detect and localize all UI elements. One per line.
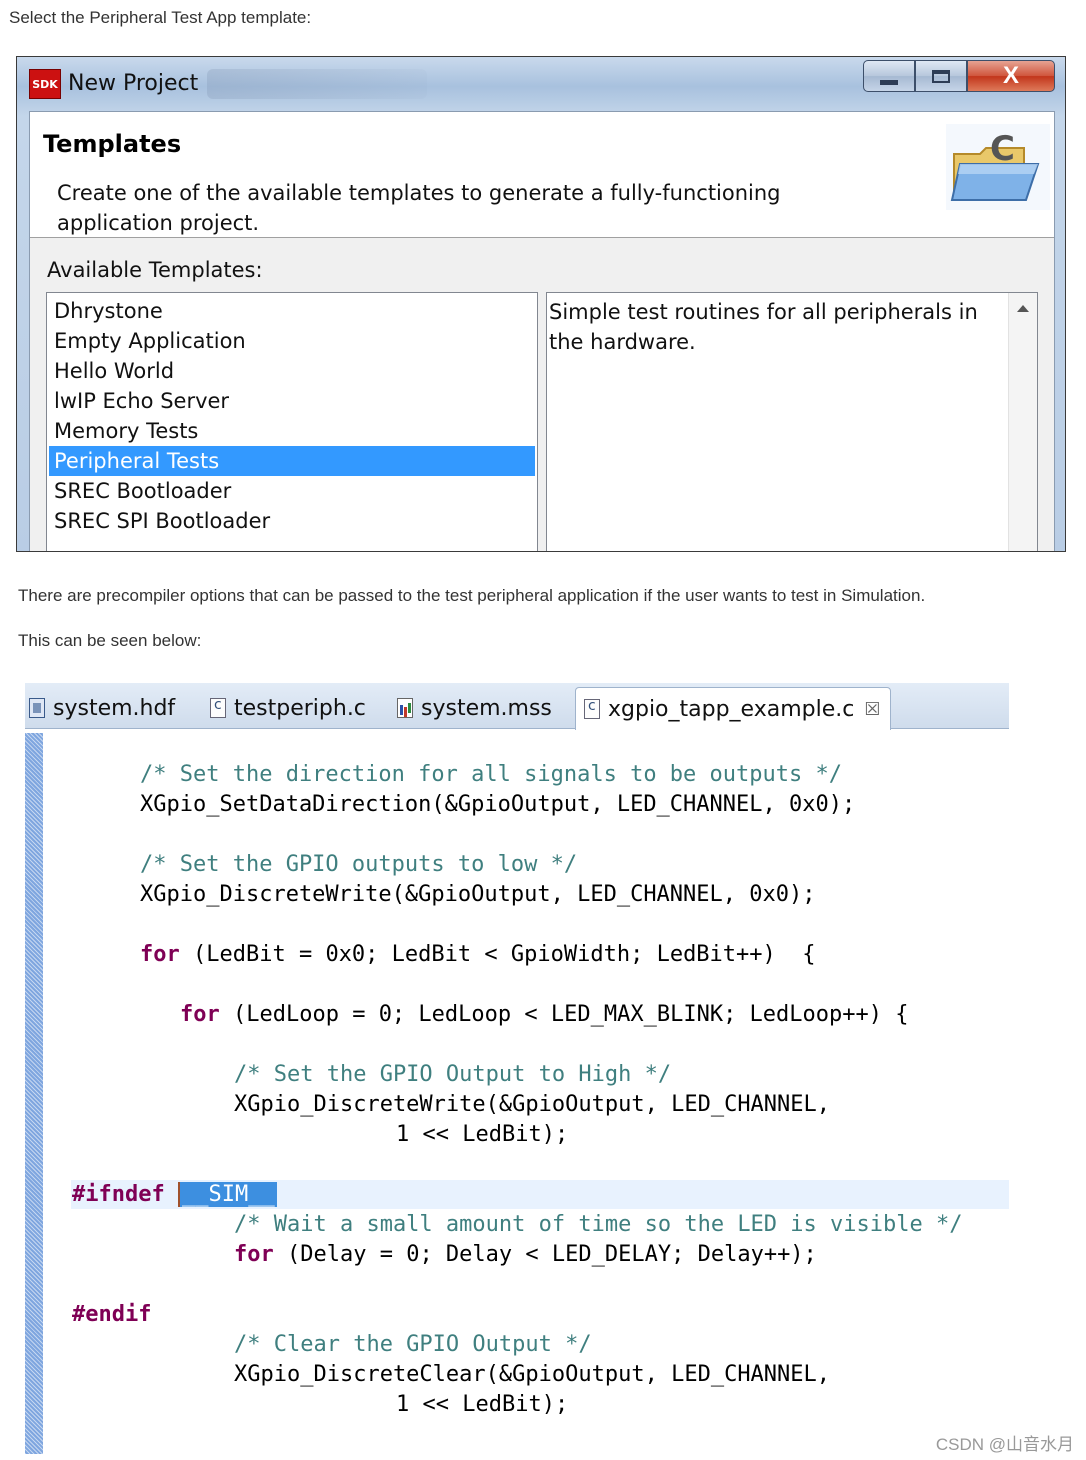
editor-gutter [25,733,43,1454]
c-file-icon [210,697,226,718]
minimize-icon [880,79,898,85]
tab-testperiph-c[interactable]: testperiph.c [210,687,366,729]
template-item-memory-tests[interactable]: Memory Tests [49,416,535,446]
code-line: 1 << LedBit); [396,1122,569,1147]
tab-system-mss[interactable]: system.mss [397,687,552,729]
keyword-for: for [140,942,180,967]
code-comment: /* Wait a small amount of time so the LE… [234,1212,963,1237]
template-item-srec-bootloader[interactable]: SREC Bootloader [49,476,535,506]
directive-endif: #endif [72,1302,152,1327]
code-line: for (LedLoop = 0; LedLoop < LED_MAX_BLIN… [180,1000,909,1030]
template-description-box: Simple test routines for all peripherals… [546,292,1038,551]
c-file-icon [584,698,600,719]
template-item-empty-application[interactable]: Empty Application [49,326,535,356]
template-item-peripheral-tests[interactable]: Peripheral Tests [49,446,535,476]
templates-banner: Templates Create one of the available te… [30,112,1054,238]
code-comment: /* Set the GPIO outputs to low */ [140,852,578,877]
tab-label: system.mss [421,695,552,721]
selected-sim-token[interactable]: __SIM__ [177,1182,277,1207]
precompiler-text: There are precompiler options that can b… [18,586,926,605]
hdf-file-icon [29,698,45,718]
tab-xgpio-tapp-example-c[interactable]: xgpio_tapp_example.c ☒ [575,687,892,730]
code-line: XGpio_DiscreteWrite(&GpioOutput, LED_CHA… [140,882,816,907]
mss-file-icon [397,698,413,718]
close-tab-icon[interactable]: ☒ [864,699,880,720]
code-comment: /* Set the direction for all signals to … [140,762,842,787]
banner-title: Templates [43,130,182,158]
scroll-up-arrow-icon[interactable] [1017,305,1029,312]
available-templates-label: Available Templates: [47,258,263,282]
keyword-for: for [180,1002,220,1027]
minimize-button[interactable] [863,60,915,92]
tab-label: testperiph.c [234,695,366,721]
code-line: XGpio_DiscreteClear(&GpioOutput, LED_CHA… [234,1362,831,1387]
sdk-logo-icon: SDK [29,69,61,99]
code-line: XGpio_DiscreteWrite(&GpioOutput, LED_CHA… [234,1092,831,1117]
window-buttons: X [863,60,1055,94]
maximize-button[interactable] [915,60,967,92]
directive-ifndef: #ifndef [72,1182,165,1207]
description-scrollbar[interactable] [1008,293,1037,551]
code-comment: /* Clear the GPIO Output */ [234,1332,592,1357]
code-fragment: (LedBit = 0x0; LedBit < GpioWidth; LedBi… [179,942,816,967]
template-item-srec-spi-bootloader[interactable]: SREC SPI Bootloader [49,506,535,536]
dialog-titlebar[interactable]: SDK New Project X [17,57,1065,111]
svg-text:C: C [990,129,1015,169]
template-item-lwip-echo-server[interactable]: lwIP Echo Server [49,386,535,416]
templates-list[interactable]: Dhrystone Empty Application Hello World … [46,292,538,551]
tab-system-hdf[interactable]: system.hdf [29,687,175,729]
new-project-dialog: SDK New Project X Templates Create one o… [16,56,1066,552]
seen-below-text: This can be seen below: [18,631,202,650]
banner-description: Create one of the available templates to… [57,181,781,235]
maximize-icon [932,69,950,83]
code-line: for (Delay = 0; Delay < LED_DELAY; Delay… [234,1240,817,1270]
code-fragment: (LedLoop = 0; LedLoop < LED_MAX_BLINK; L… [219,1002,909,1027]
keyword-for: for [234,1242,274,1267]
code-line: for (LedBit = 0x0; LedBit < GpioWidth; L… [140,940,816,970]
intro-text: Select the Peripheral Test App template: [9,8,312,27]
code-comment: /* Set the GPIO Output to High */ [234,1062,672,1087]
template-item-hello-world[interactable]: Hello World [49,356,535,386]
template-item-dhrystone[interactable]: Dhrystone [49,296,535,326]
tab-label: xgpio_tapp_example.c [608,696,855,722]
editor-tabbar: system.hdf testperiph.c system.mss xgpio… [25,683,1009,730]
code-editor: system.hdf testperiph.c system.mss xgpio… [25,683,1009,1454]
template-description-text: Simple test routines for all peripherals… [549,300,978,354]
close-button[interactable]: X [967,60,1055,92]
dialog-client-area: Templates Create one of the available te… [29,111,1055,551]
dialog-title: New Project [68,71,199,96]
code-line: XGpio_SetDataDirection(&GpioOutput, LED_… [140,792,856,817]
code-fragment: (Delay = 0; Delay < LED_DELAY; Delay++); [273,1242,817,1267]
watermark: CSDN @山音水月 [935,1435,1074,1454]
c-folder-icon: C [946,124,1050,210]
blurred-title-region [207,69,427,99]
code-line: #ifndef __SIM__ [72,1180,277,1210]
code-line: 1 << LedBit); [396,1392,569,1417]
tab-label: system.hdf [53,695,176,721]
